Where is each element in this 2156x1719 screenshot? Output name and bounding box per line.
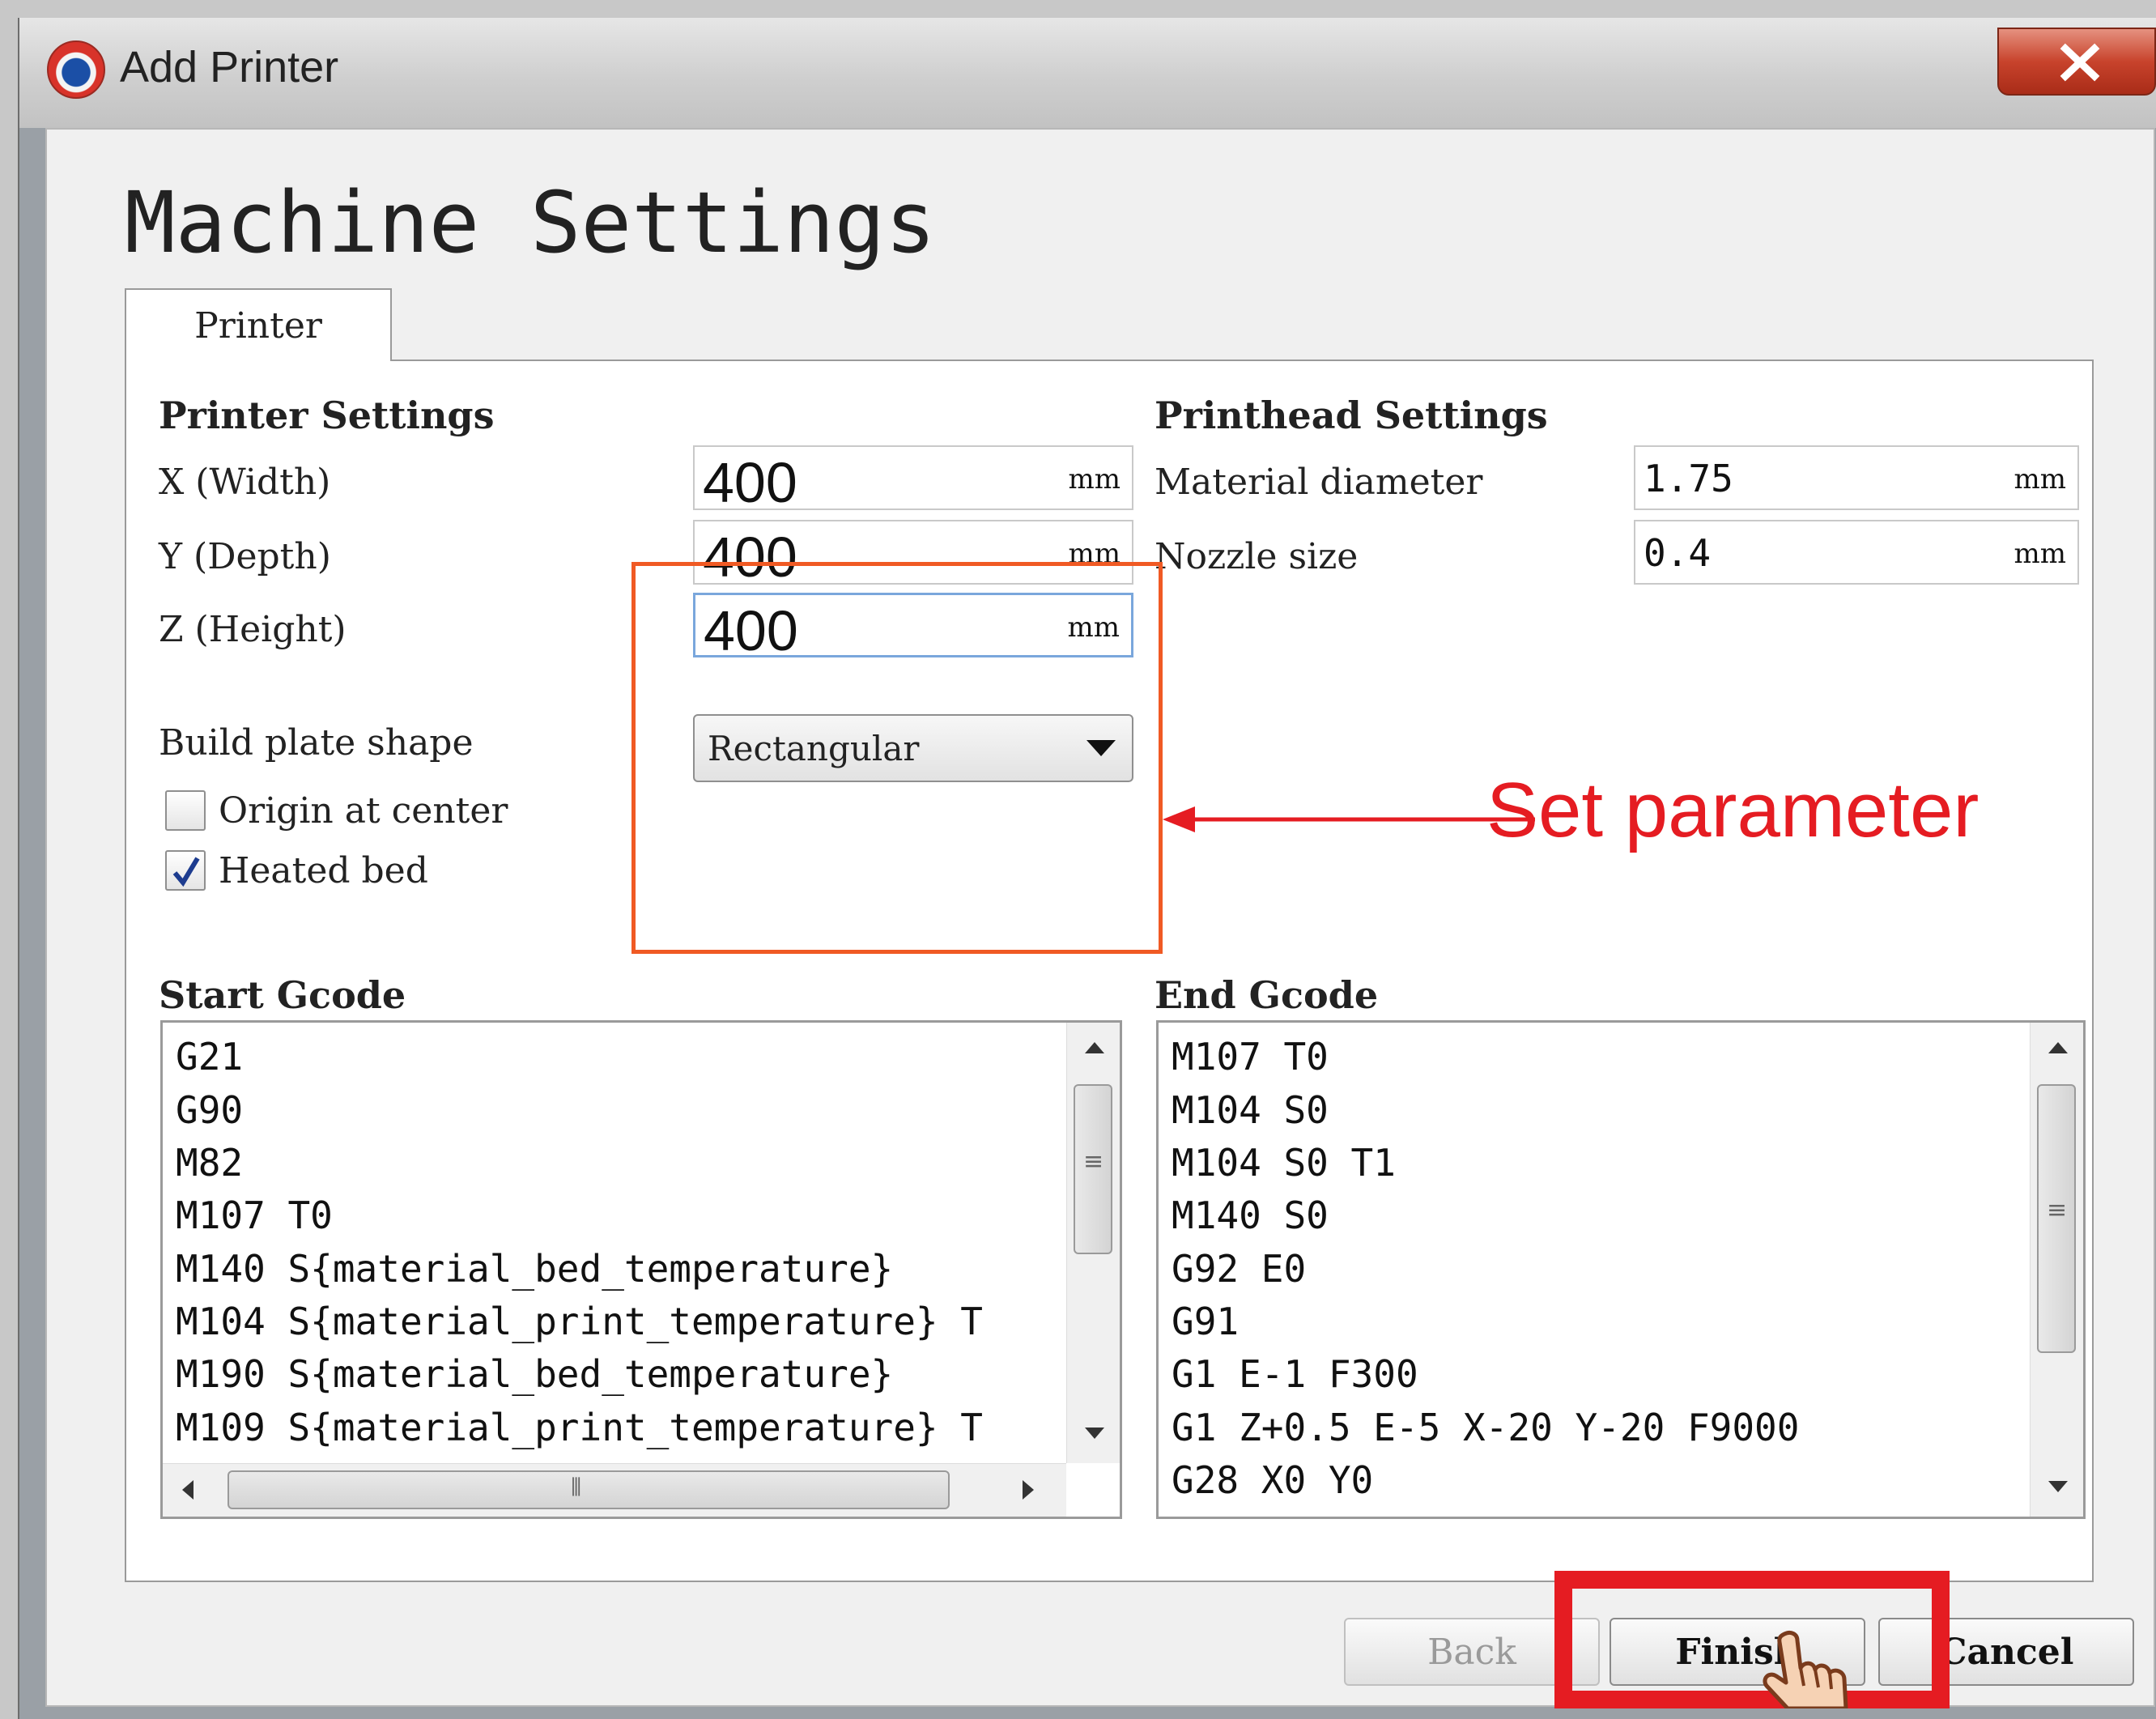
grip-icon: ≡ [2047, 1196, 2068, 1224]
material-diameter-unit: mm [2014, 463, 2066, 496]
z-height-label: Z (Height) [159, 609, 347, 650]
material-diameter-field[interactable]: 1.75 mm [1634, 445, 2079, 510]
scroll-right-arrow-icon[interactable] [1023, 1480, 1034, 1500]
arrow-left-icon [1163, 806, 1535, 832]
code-line: G90 [176, 1088, 244, 1132]
scroll-thumb[interactable]: ≡ [2037, 1084, 2076, 1353]
origin-at-center-checkbox[interactable] [165, 790, 206, 831]
checkmark-icon [172, 857, 200, 887]
code-line: G1 E-1 F300 [1172, 1352, 1418, 1396]
printer-tab-panel: Printer Settings X (Width) 400 mm Y (Dep… [125, 360, 2094, 1582]
heated-bed-label: Heated bed [219, 850, 428, 891]
nozzle-size-value: 0.4 [1644, 531, 1712, 575]
close-icon [2060, 43, 2100, 82]
hand-pointer-icon [1763, 1630, 1848, 1708]
nozzle-size-unit: mm [2014, 538, 2066, 570]
code-line: M140 S0 [1172, 1194, 1329, 1237]
code-line: G91 [1172, 1300, 1240, 1343]
code-line: M82 [176, 1141, 244, 1185]
code-line: M140 S{material_bed_temperature} [176, 1247, 894, 1291]
x-width-unit: mm [1068, 463, 1121, 496]
x-width-field[interactable]: 400 mm [693, 445, 1133, 514]
tab-printer[interactable]: Printer [125, 288, 392, 361]
origin-at-center-label: Origin at center [219, 790, 508, 832]
printhead-settings-title: Printhead Settings [1155, 394, 1548, 437]
end-gcode-title: End Gcode [1155, 973, 1379, 1017]
scroll-up-arrow-icon[interactable] [1085, 1042, 1104, 1053]
heated-bed-checkbox[interactable] [165, 850, 206, 891]
start-gcode-vertical-scrollbar[interactable]: ≡ [1066, 1023, 1120, 1463]
code-line: G92 E0 [1172, 1247, 1307, 1291]
grip-icon: ⦀ [571, 1474, 582, 1502]
annotation-label: Set parameter [1486, 767, 1980, 853]
start-gcode-editor[interactable]: G21 G90 M82 M107 T0 M140 S{material_bed_… [160, 1020, 1122, 1519]
add-printer-window: Add Printer Machine Settings Printer Pri… [18, 18, 2156, 1719]
page-title: Machine Settings [125, 173, 936, 272]
code-line: M104 S{material_print_temperature} T [176, 1300, 983, 1343]
window-title: Add Printer [120, 43, 339, 91]
code-line: G1 Z+0.5 E-5 X-20 Y-20 F9000 [1172, 1406, 1800, 1449]
end-gcode-vertical-scrollbar[interactable]: ≡ [2030, 1023, 2083, 1517]
scroll-down-arrow-icon[interactable] [2048, 1481, 2068, 1492]
grip-icon: ≡ [1083, 1147, 1104, 1176]
end-gcode-editor[interactable]: M107 T0 M104 S0 M104 S0 T1 M140 S0 G92 E… [1156, 1020, 2086, 1519]
scroll-down-arrow-icon[interactable] [1085, 1428, 1104, 1439]
close-button[interactable] [1997, 28, 2156, 96]
dialog-client-area: Machine Settings Printer Printer Setting… [45, 128, 2155, 1708]
material-diameter-label: Material diameter [1155, 462, 1483, 503]
app-icon [47, 40, 105, 99]
scroll-thumb[interactable]: ⦀ [228, 1470, 950, 1509]
code-line: M107 T0 [1172, 1035, 1329, 1079]
nozzle-size-field[interactable]: 0.4 mm [1634, 520, 2079, 585]
build-plate-shape-label: Build plate shape [159, 722, 474, 764]
y-depth-label: Y (Depth) [159, 536, 331, 577]
code-line: M190 S{material_bed_temperature} [176, 1352, 894, 1396]
highlight-box [631, 562, 1163, 954]
nozzle-size-label: Nozzle size [1155, 536, 1359, 577]
printer-settings-title: Printer Settings [159, 394, 495, 437]
code-line: M107 T0 [176, 1194, 333, 1237]
title-bar[interactable]: Add Printer [19, 18, 2156, 128]
code-line: G28 X0 Y0 [1172, 1458, 1374, 1502]
start-gcode-horizontal-scrollbar[interactable]: ⦀ [163, 1463, 1066, 1517]
finish-highlight-box [1554, 1571, 1950, 1708]
scroll-up-arrow-icon[interactable] [2048, 1042, 2068, 1053]
code-line: M104 S0 T1 [1172, 1141, 1396, 1185]
start-gcode-title: Start Gcode [159, 973, 406, 1017]
code-line: G21 [176, 1035, 244, 1079]
code-line: M109 S{material_print_temperature} T [176, 1406, 983, 1449]
material-diameter-value: 1.75 [1644, 457, 1733, 500]
scroll-thumb[interactable]: ≡ [1074, 1084, 1112, 1254]
x-width-value: 400 [703, 451, 797, 514]
scroll-left-arrow-icon[interactable] [182, 1480, 193, 1500]
x-width-label: X (Width) [159, 462, 331, 503]
code-line: M104 S0 [1172, 1088, 1329, 1132]
